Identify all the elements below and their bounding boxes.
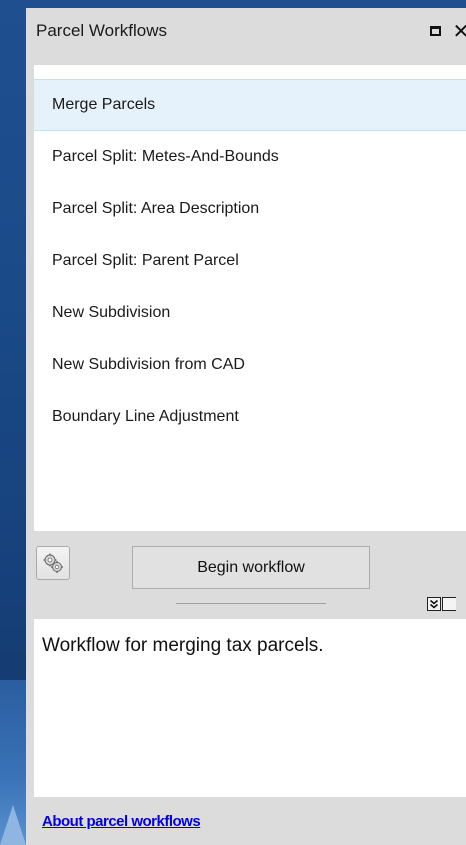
workflow-item-split-metes-and-bounds[interactable]: Parcel Split: Metes-And-Bounds — [34, 131, 466, 183]
workflow-options-button[interactable] — [36, 546, 70, 580]
collapse-description-button[interactable] — [427, 597, 441, 611]
workflow-item-new-subdivision-from-cad[interactable]: New Subdivision from CAD — [34, 339, 466, 391]
workflow-item-merge-parcels[interactable]: Merge Parcels — [34, 79, 466, 131]
workflow-item-label: Boundary Line Adjustment — [52, 408, 239, 425]
desktop-background-shape — [0, 805, 26, 845]
window-title: Parcel Workflows — [36, 21, 167, 40]
workflow-item-split-parent-parcel[interactable]: Parcel Split: Parent Parcel — [34, 235, 466, 287]
workflow-description-panel: Workflow for merging tax parcels. — [34, 619, 466, 797]
workflow-item-label: New Subdivision — [52, 304, 171, 321]
workflow-item-label: Parcel Split: Metes-And-Bounds — [52, 148, 279, 165]
workflow-item-label: Merge Parcels — [52, 96, 156, 113]
begin-workflow-label: Begin workflow — [197, 558, 305, 576]
parcel-workflows-window: Parcel Workflows ✕ Merge Parcels Parcel … — [26, 8, 466, 845]
panel-splitter[interactable] — [176, 603, 326, 604]
workflow-description-text: Workflow for merging tax parcels. — [42, 635, 324, 656]
double-chevron-down-icon — [429, 599, 439, 609]
desktop-background — [0, 680, 26, 845]
close-icon: ✕ — [452, 19, 466, 43]
workflow-list: Merge Parcels Parcel Split: Metes-And-Bo… — [34, 65, 466, 531]
workflow-item-label: New Subdivision from CAD — [52, 356, 245, 373]
workflow-item-label: Parcel Split: Area Description — [52, 200, 260, 217]
panel-pin-button[interactable] — [442, 597, 456, 611]
close-button[interactable]: ✕ — [450, 20, 466, 42]
workflow-item-label: Parcel Split: Parent Parcel — [52, 252, 239, 269]
begin-workflow-button[interactable]: Begin workflow — [132, 546, 370, 589]
workflow-item-split-area-description[interactable]: Parcel Split: Area Description — [34, 183, 466, 235]
maximize-button[interactable] — [424, 20, 446, 42]
workflow-item-new-subdivision[interactable]: New Subdivision — [34, 287, 466, 339]
about-parcel-workflows-link[interactable]: About parcel workflows — [42, 813, 201, 830]
workflow-item-boundary-line-adjustment[interactable]: Boundary Line Adjustment — [34, 391, 466, 443]
title-bar[interactable]: Parcel Workflows ✕ — [26, 8, 466, 56]
gears-icon — [43, 553, 63, 573]
maximize-icon — [429, 26, 441, 36]
